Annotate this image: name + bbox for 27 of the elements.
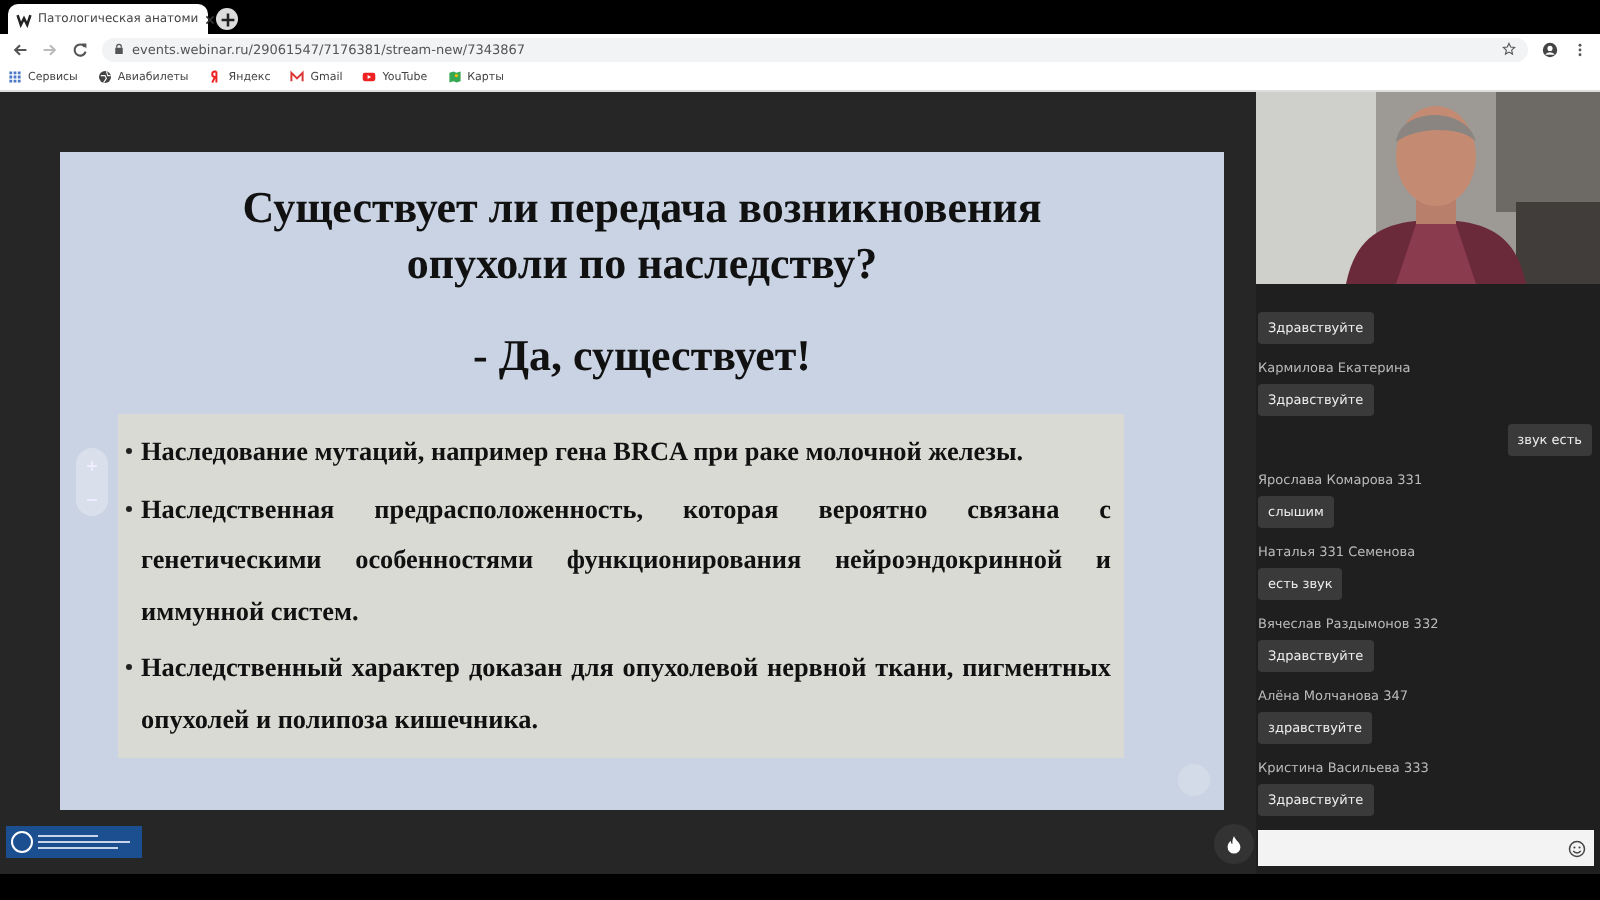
account-icon[interactable] — [1542, 41, 1558, 57]
back-icon[interactable] — [12, 41, 28, 57]
flame-icon — [1226, 834, 1242, 854]
star-icon[interactable] — [1502, 42, 1516, 56]
lock-icon — [114, 42, 124, 56]
map-icon — [447, 70, 462, 84]
globe-icon — [97, 70, 112, 84]
slide-title: Существует ли передача возникновения опухоли по наследству? — [240, 180, 1044, 292]
reload-icon[interactable] — [72, 41, 88, 57]
logo-icon — [6, 826, 142, 858]
new-tab-button[interactable] — [216, 8, 238, 30]
letter-icon — [208, 70, 223, 84]
site-icon — [16, 11, 32, 27]
apps-icon — [8, 70, 22, 84]
close-icon[interactable] — [204, 13, 217, 25]
bullet-text: Наследование мутаций, например гена BRCA при раке молочной железы. — [141, 434, 1026, 470]
bullet-text: Наследственный характер доказан для опухолевой нервной ткани, пигментных опухолей и полипоза кишечника. — [141, 650, 1111, 738]
bullet-icon — [125, 664, 131, 670]
reaction-button[interactable] — [1214, 824, 1254, 864]
bullet-icon — [125, 448, 131, 454]
slide-subtitle: - Да, существует! — [473, 328, 811, 384]
bullet-text: Наследственная предрасположенность, которая вероятно связана с генетическими особенностями функционирования нейроэндокринной и иммунной систем. — [141, 491, 1111, 630]
message-field[interactable] — [1258, 830, 1594, 866]
mail-icon — [290, 70, 305, 84]
emoji-icon[interactable] — [1568, 839, 1586, 857]
bullet-icon — [125, 505, 131, 511]
play-icon — [362, 70, 377, 84]
